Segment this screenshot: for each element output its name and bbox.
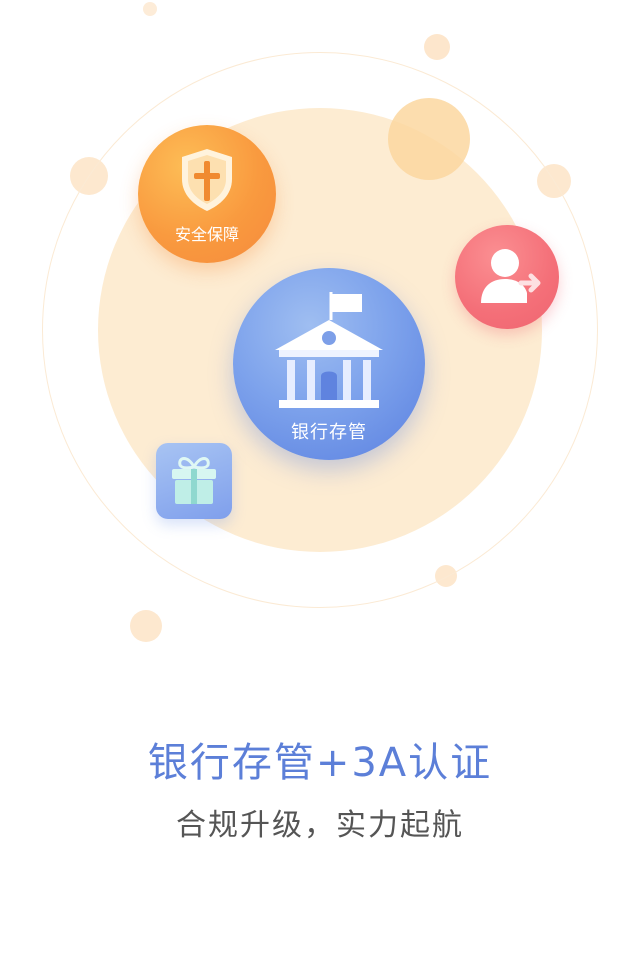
bank-custody-label: 银行存管 (291, 422, 367, 443)
shield-icon (182, 149, 232, 211)
gift-button[interactable] (156, 443, 232, 519)
bank-custody-button[interactable]: 银行存管 (233, 268, 425, 460)
bank-icon (275, 292, 383, 408)
gift-icon (172, 457, 216, 504)
decor-bubble (388, 98, 470, 180)
headline: 银行存管+3A认证 (147, 740, 493, 786)
safety-guarantee-button[interactable]: 安全保障 (138, 125, 276, 263)
decor-dot (130, 610, 162, 642)
user-transfer-icon (481, 249, 541, 303)
decor-dot (424, 34, 450, 60)
subline: 合规升级，实力起航 (176, 808, 464, 843)
decor-dot (143, 2, 157, 16)
user-transfer-button[interactable] (455, 225, 559, 329)
onboarding-page: 安全保障 银行存管 银行存管+3A认证 合规升级，实力起航 (0, 0, 640, 960)
safety-guarantee-label: 安全保障 (174, 225, 239, 244)
